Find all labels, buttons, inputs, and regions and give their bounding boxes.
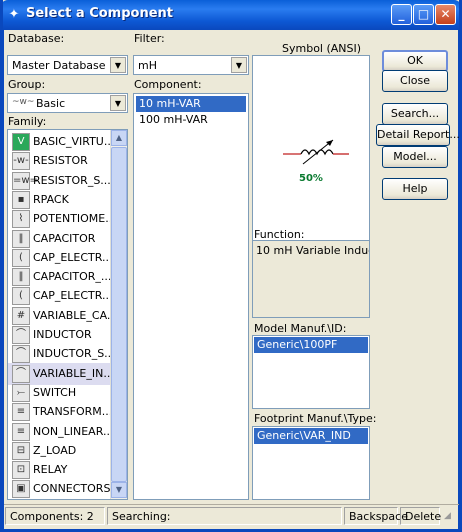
family-item-label: POTENTIOME... — [33, 212, 116, 226]
variable-inductor-icon: ⌒ — [12, 364, 30, 383]
maximize-button[interactable]: □ — [413, 4, 434, 25]
capacitor-smd-icon: ‖ — [12, 268, 30, 287]
detail-report-button[interactable]: Detail Report... — [376, 124, 460, 146]
relay-icon: ⊡ — [12, 461, 30, 480]
family-item[interactable]: ▣ CONNECTORS — [8, 478, 120, 499]
searching-status: Searching: — [107, 507, 342, 525]
model-list[interactable]: Generic\100PF — [252, 335, 370, 409]
family-item-label: RESISTOR_S... — [33, 173, 111, 187]
family-item-label: RELAY — [33, 463, 68, 477]
transformer-icon: ≡ — [12, 403, 30, 422]
help-button[interactable]: Help — [382, 178, 448, 200]
window-title: Select a Component — [26, 6, 173, 21]
cap-electrolytic-smd-icon: ( — [12, 287, 30, 306]
family-item-label: BASIC_VIRTU... — [33, 135, 115, 148]
scroll-down-icon[interactable]: ▼ — [111, 482, 127, 498]
ok-button[interactable]: OK — [382, 50, 448, 72]
database-value: Master Database — [12, 59, 106, 72]
family-item-label: CAPACITOR_... — [33, 270, 112, 284]
nonlinear-transformer-icon: ≡ — [12, 422, 30, 441]
family-item-label: CAPACITOR — [33, 231, 96, 245]
components-count: Components: 2 — [5, 507, 105, 525]
list-item[interactable]: 100 mH-VAR — [136, 112, 211, 128]
basic-group-icon: ~w~ — [12, 97, 35, 107]
family-item-label: CAP_ELECTR... — [33, 289, 113, 303]
search-button[interactable]: Search... — [382, 103, 448, 125]
close-button[interactable]: Close — [382, 70, 448, 92]
z-load-icon: ⊟ — [12, 441, 30, 460]
resize-grip-icon[interactable]: ◢ — [444, 511, 451, 521]
footprint-label: Footprint Manuf.\Type: — [254, 412, 377, 425]
basic-virtual-icon: V — [12, 133, 30, 151]
chevron-down-icon[interactable]: ▼ — [110, 95, 126, 111]
model-button[interactable]: Model... — [382, 146, 448, 168]
list-item[interactable]: 10 mH-VAR — [136, 96, 246, 112]
switch-icon: ⤚ — [12, 383, 30, 402]
backspace-key: Backspace — [344, 507, 408, 525]
scroll-up-icon[interactable]: ▲ — [111, 130, 127, 146]
family-item-label: INDUCTOR — [33, 328, 92, 341]
inductor-icon: ⌒ — [12, 326, 30, 344]
family-item-label: RESISTOR — [33, 154, 88, 168]
family-item-label: VARIABLE_CA... — [33, 308, 118, 322]
potentiometer-icon: ⌇ — [12, 210, 30, 229]
cap-electrolytic-icon: ( — [12, 248, 30, 267]
list-item[interactable]: Generic\100PF — [254, 337, 368, 353]
scroll-thumb[interactable] — [111, 147, 127, 482]
group-select[interactable]: ~w~ Basic ▼ — [7, 93, 128, 113]
database-select[interactable]: Master Database ▼ — [7, 55, 128, 75]
minimize-button[interactable]: _ — [391, 4, 412, 25]
family-item-label: TRANSFORM... — [33, 405, 113, 419]
family-list[interactable]: V BASIC_VIRTU... -w- RESISTOR =w= RESISTOR_S.… — [7, 129, 128, 500]
variable-inductor-symbol — [283, 139, 349, 165]
resistor-smd-icon: =w= — [12, 171, 38, 190]
family-item-label: Z_LOAD — [33, 443, 77, 457]
connectors-icon: ▣ — [12, 480, 30, 499]
component-list[interactable]: 10 mH-VAR 100 mH-VAR — [133, 93, 249, 500]
symbol-caption: 50% — [299, 173, 323, 184]
family-item-label: INDUCTOR_S... — [33, 347, 115, 361]
symbol-label: Symbol (ANSI) — [282, 42, 362, 55]
capacitor-icon: ‖ — [12, 229, 30, 248]
family-label: Family: — [8, 115, 47, 128]
footprint-list[interactable]: Generic\VAR_IND — [252, 426, 370, 500]
function-box: 10 mH Variable Inductor — [252, 240, 370, 318]
database-label: Database: — [8, 32, 65, 45]
inductor-smd-icon: ⌒ — [12, 345, 30, 364]
delete-key: Delete — [400, 507, 441, 525]
family-item-label: SWITCH — [33, 385, 77, 399]
function-value: 10 mH Variable Inductor — [256, 244, 369, 257]
status-bar: Components: 2 Searching: Backspace Delet… — [4, 504, 460, 526]
family-scrollbar[interactable]: ▲ ▼ — [110, 130, 127, 499]
family-item-label: CONNECTORS — [33, 482, 111, 496]
family-item-label: VARIABLE_IN... — [33, 366, 114, 380]
list-item[interactable]: Generic\VAR_IND — [254, 428, 368, 444]
filter-value: mH — [138, 59, 157, 72]
variable-capacitor-icon: # — [12, 306, 30, 325]
chevron-down-icon[interactable]: ▼ — [231, 57, 247, 73]
app-icon: ✦ — [8, 7, 20, 22]
rpack-icon: ▪ — [12, 190, 30, 209]
close-window-button[interactable]: ✕ — [435, 4, 456, 25]
model-label: Model Manuf.\ID: — [254, 322, 347, 335]
group-value: Basic — [36, 97, 66, 110]
chevron-down-icon[interactable]: ▼ — [110, 57, 126, 73]
dialog-body: Database: Master Database ▼ Group: ~w~ B… — [3, 30, 460, 529]
group-label: Group: — [8, 78, 46, 91]
component-label: Component: — [134, 78, 202, 91]
symbol-preview: 50% — [252, 55, 370, 247]
filter-select[interactable]: mH ▼ — [133, 55, 249, 75]
family-item-label: RPACK — [33, 192, 69, 206]
title-bar[interactable]: ✦ Select a Component _ □ ✕ — [0, 0, 462, 30]
family-item-label: CAP_ELECTR... — [33, 250, 113, 264]
filter-label: Filter: — [134, 32, 165, 45]
family-item-label: NON_LINEAR... — [33, 424, 114, 438]
resistor-icon: -w- — [12, 152, 30, 171]
